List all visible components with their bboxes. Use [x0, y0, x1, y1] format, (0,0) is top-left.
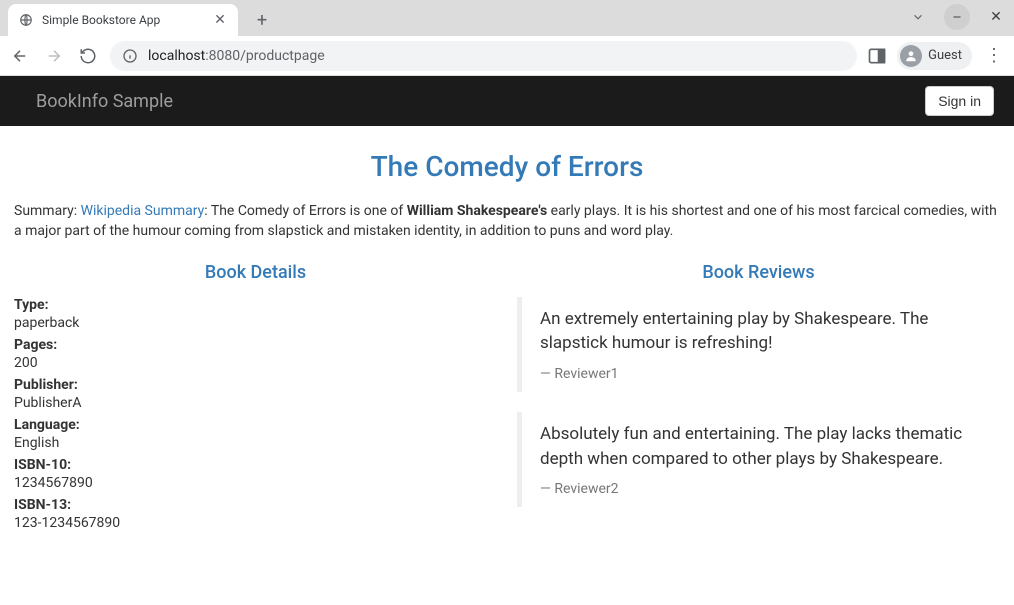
browser-tab-strip: Simple Bookstore App ✕ + ✕ — [0, 0, 1014, 36]
book-details-column: Book Details Type: paperback Pages: 200 … — [14, 262, 497, 533]
detail-value: 123-1234567890 — [14, 515, 497, 531]
book-details-list: Type: paperback Pages: 200 Publisher: Pu… — [14, 297, 497, 531]
brand-title[interactable]: BookInfo Sample — [36, 91, 173, 112]
book-reviews-column: Book Reviews An extremely entertaining p… — [517, 262, 1000, 533]
url-path: :8080/productpage — [205, 48, 324, 64]
review-item: An extremely entertaining play by Shakes… — [517, 297, 1000, 392]
detail-value: paperback — [14, 315, 497, 331]
detail-label: Type: — [14, 297, 497, 313]
close-icon[interactable]: ✕ — [212, 12, 228, 28]
detail-value: English — [14, 435, 497, 451]
summary-prefix: Summary: — [14, 203, 81, 219]
detail-label: ISBN-13: — [14, 497, 497, 513]
side-panel-icon[interactable] — [867, 46, 887, 66]
address-bar[interactable]: localhost:8080/productpage — [110, 41, 857, 71]
detail-label: ISBN-10: — [14, 457, 497, 473]
review-author: Reviewer1 — [540, 366, 982, 382]
minimize-button[interactable] — [944, 4, 970, 30]
chevron-down-icon[interactable] — [906, 5, 930, 29]
profile-chip[interactable]: Guest — [897, 42, 972, 70]
review-item: Absolutely fun and entertaining. The pla… — [517, 412, 1000, 507]
product-summary: Summary: Wikipedia Summary: The Comedy o… — [14, 201, 1000, 242]
tab-title: Simple Bookstore App — [42, 13, 204, 27]
url-host: localhost — [148, 48, 205, 64]
reload-button[interactable] — [76, 44, 100, 68]
kebab-menu-icon[interactable]: ⋮ — [982, 44, 1006, 68]
app-navbar: BookInfo Sample Sign in — [0, 76, 1014, 126]
book-reviews-heading: Book Reviews — [517, 262, 1000, 283]
detail-label: Pages: — [14, 337, 497, 353]
review-text: An extremely entertaining play by Shakes… — [540, 307, 982, 356]
review-author: Reviewer2 — [540, 481, 982, 497]
browser-tab[interactable]: Simple Bookstore App ✕ — [8, 4, 238, 36]
review-text: Absolutely fun and entertaining. The pla… — [540, 422, 982, 471]
avatar-icon — [900, 45, 922, 67]
site-info-icon[interactable] — [122, 48, 138, 64]
url-text: localhost:8080/productpage — [148, 48, 325, 64]
summary-author: William Shakespeare's — [407, 203, 547, 219]
detail-label: Publisher: — [14, 377, 497, 393]
back-button[interactable] — [8, 44, 32, 68]
detail-value: 200 — [14, 355, 497, 371]
window-controls: ✕ — [906, 4, 1008, 30]
new-tab-button[interactable]: + — [248, 6, 276, 34]
book-details-heading: Book Details — [14, 262, 497, 283]
detail-value: 1234567890 — [14, 475, 497, 491]
profile-label: Guest — [928, 48, 962, 63]
summary-sep: : The Comedy of Errors is one of — [204, 203, 406, 219]
sign-in-button[interactable]: Sign in — [925, 86, 994, 116]
page-title: The Comedy of Errors — [14, 150, 1000, 183]
browser-toolbar: localhost:8080/productpage Guest ⋮ — [0, 36, 1014, 76]
detail-label: Language: — [14, 417, 497, 433]
forward-button[interactable] — [42, 44, 66, 68]
page-content: The Comedy of Errors Summary: Wikipedia … — [0, 126, 1014, 557]
globe-icon — [18, 12, 34, 28]
window-close-button[interactable]: ✕ — [984, 5, 1008, 29]
wikipedia-link[interactable]: Wikipedia Summary — [81, 203, 205, 219]
detail-value: PublisherA — [14, 395, 497, 411]
